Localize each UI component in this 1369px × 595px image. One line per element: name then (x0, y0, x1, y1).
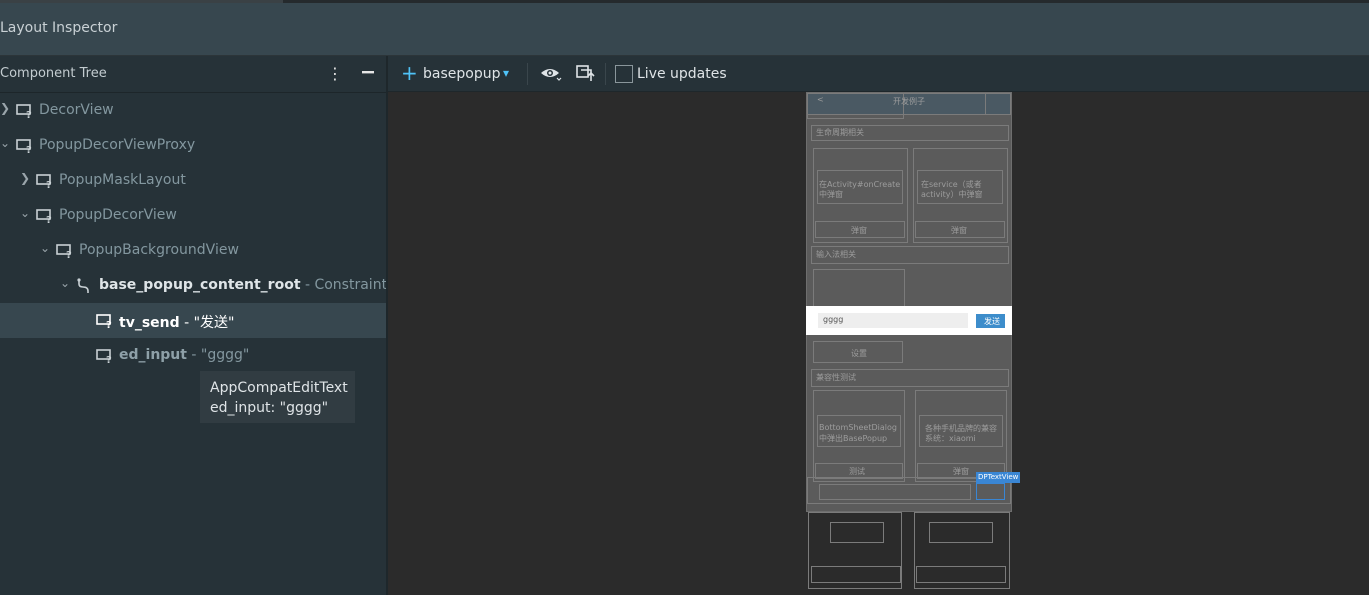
card4-text-b: 系统：xiaomi (925, 434, 976, 443)
card3-text-a: BottomSheetDialog (819, 423, 897, 432)
card1-text-b: 中弹窗 (819, 190, 843, 199)
svg-text:?: ? (46, 180, 52, 189)
settings-button-label: 设置 (851, 349, 867, 358)
svg-text:?: ? (26, 145, 32, 154)
inspector-toolbar: + basepopup ▾ Live updates (388, 56, 1369, 92)
offscreen-card-text[interactable] (929, 522, 993, 543)
process-selector[interactable]: basepopup (423, 66, 500, 82)
constraint-layout-icon (76, 278, 94, 294)
live-updates-checkbox[interactable] (615, 65, 633, 83)
view-icon: ? (56, 243, 74, 261)
popup-send-label: 发送 (984, 317, 1000, 326)
device-render-canvas[interactable]: 开发例子 < 生命周期相关 在Activity#onCreate 中弹窗 弹窗 … (388, 92, 1369, 595)
back-arrow-icon[interactable]: < (817, 95, 824, 104)
eye-icon[interactable] (540, 65, 562, 87)
view-icon: ? (36, 173, 54, 191)
chevron-down-icon[interactable]: ⌄ (0, 136, 12, 150)
tree-node-label: PopupBackgroundView (79, 242, 239, 258)
tree-node-label: PopupDecorView (59, 207, 177, 223)
offscreen-card-text[interactable] (830, 522, 884, 543)
highlighted-popup[interactable]: gggg 发送 (806, 306, 1012, 335)
tree-node-label: PopupMaskLayout (59, 172, 186, 188)
snapshot-icon[interactable] (576, 65, 596, 87)
svg-text:?: ? (106, 355, 112, 364)
card-button-label: 弹窗 (951, 226, 967, 235)
view-icon: ? (16, 138, 34, 156)
component-tree-header: Component Tree ⋮ (0, 56, 386, 93)
svg-text:?: ? (46, 215, 52, 224)
offscreen-card-button[interactable] (916, 566, 1006, 583)
tree-node-popupdecorview[interactable]: ⌄ ? PopupDecorView (0, 198, 386, 233)
chevron-right-icon[interactable]: ❯ (18, 171, 32, 185)
card-button-label: 测试 (849, 467, 865, 476)
bottom-input-field[interactable] (819, 484, 971, 500)
tree-node-label: PopupDecorViewProxy (39, 137, 196, 153)
popup-send-button[interactable]: 发送 (976, 314, 1005, 328)
node-tooltip: AppCompatEditText ed_input: "gggg" (200, 371, 355, 423)
tree-node-decorview[interactable]: ❯ ? DecorView (0, 93, 386, 128)
section2-label: 输入法相关 (816, 250, 856, 259)
hovered-view-bounds[interactable] (976, 483, 1005, 500)
section3-label: 兼容性测试 (816, 373, 856, 382)
component-tree-panel: Component Tree ⋮ ❯ ? DecorView ⌄ ? Popup… (0, 56, 417, 595)
view-icon: ? (36, 208, 54, 226)
tree-node-popupbackgroundview[interactable]: ⌄ ? PopupBackgroundView (0, 233, 386, 268)
view-icon: ? (16, 103, 34, 121)
tree-node-label: tv_send - "发送" (119, 315, 235, 331)
section1-label: 生命周期相关 (816, 128, 864, 137)
hovered-view-label: DPTextView (976, 472, 1021, 483)
component-tree-title: Component Tree (0, 66, 107, 81)
popup-edit-value: gggg (823, 315, 844, 324)
view-bounds[interactable] (985, 93, 1011, 115)
card3-text-b: 中弹出BasePopup (819, 434, 888, 443)
title-bar: Layout Inspector (0, 3, 1369, 56)
offscreen-card-button[interactable] (811, 566, 901, 583)
svg-text:?: ? (26, 110, 32, 119)
chevron-down-icon[interactable]: ⌄ (18, 206, 32, 220)
window-title: Layout Inspector (0, 20, 118, 36)
tree-node-tv-send[interactable]: ? tv_send - "发送" (0, 303, 386, 338)
tree-node-label: DecorView (39, 102, 114, 118)
tree-node-label: base_popup_content_root - ConstraintLa..… (99, 277, 417, 293)
card-button-label: 弹窗 (953, 467, 969, 476)
card-button-label: 弹窗 (851, 226, 867, 235)
popup-edit-input[interactable]: gggg (818, 313, 968, 328)
screen-title: 开发例子 (893, 97, 925, 106)
tree-node-label: ed_input - "gggg" (119, 347, 250, 363)
card-bounds[interactable] (813, 269, 905, 307)
svg-text:?: ? (106, 320, 112, 329)
tooltip-class: AppCompatEditText (210, 380, 348, 396)
tree-node-popupmasklayout[interactable]: ❯ ? PopupMaskLayout (0, 163, 386, 198)
device-screen[interactable]: 开发例子 < 生命周期相关 在Activity#onCreate 中弹窗 弹窗 … (806, 92, 1012, 512)
chevron-right-icon[interactable]: ❯ (0, 101, 12, 115)
card2-text-b: activity）中弹窗 (921, 190, 983, 199)
tree-node-popupdecorviewproxy[interactable]: ⌄ ? PopupDecorViewProxy (0, 128, 386, 163)
minimize-icon[interactable] (356, 62, 380, 86)
view-icon: ? (96, 313, 114, 331)
tree-node-ed-input[interactable]: ? ed_input - "gggg" (0, 338, 386, 373)
svg-text:?: ? (66, 250, 72, 259)
plus-icon[interactable]: + (401, 61, 418, 85)
tooltip-detail: ed_input: "gggg" (210, 400, 329, 416)
chevron-down-icon[interactable]: ▾ (503, 66, 509, 80)
chevron-down-icon[interactable]: ⌄ (58, 276, 72, 290)
more-vert-icon[interactable]: ⋮ (323, 62, 347, 86)
toolbar-divider (605, 63, 606, 85)
chevron-down-icon[interactable]: ⌄ (38, 241, 52, 255)
view-icon: ? (96, 348, 114, 366)
tree-node-base-popup-content-root[interactable]: ⌄ base_popup_content_root - ConstraintLa… (0, 268, 417, 303)
toolbar-divider (527, 63, 528, 85)
live-updates-label[interactable]: Live updates (637, 66, 727, 82)
